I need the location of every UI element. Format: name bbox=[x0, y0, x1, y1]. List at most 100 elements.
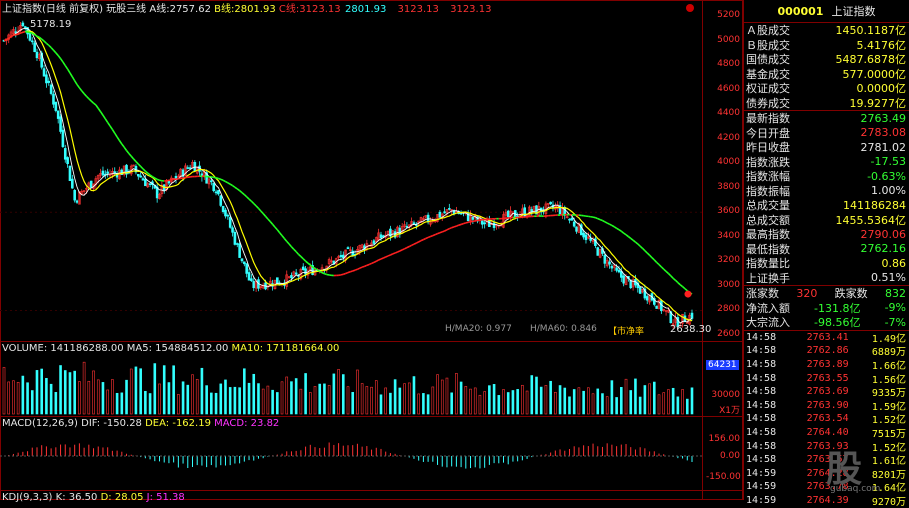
candle-body bbox=[15, 32, 17, 33]
volume-bar bbox=[182, 382, 184, 414]
c-line-segment bbox=[607, 223, 609, 224]
tick-time: 14:58 bbox=[746, 441, 791, 452]
ma60-ratio: H/MA60: 0.846 bbox=[530, 324, 597, 334]
price-axis-tick: 5000 bbox=[706, 35, 740, 45]
candle-body bbox=[616, 268, 618, 270]
candle-body bbox=[31, 41, 33, 42]
volume-bar bbox=[27, 383, 29, 414]
c-line-segment bbox=[28, 32, 30, 33]
quote-stat-row: 指数量比0.86 bbox=[744, 256, 909, 271]
candle-body bbox=[573, 222, 575, 226]
block-inflow-value: -98.56亿 bbox=[814, 314, 860, 330]
c-line-segment bbox=[155, 178, 157, 179]
top-b-value: 2801.93 bbox=[345, 4, 386, 15]
quote-stat-row: 最高指数2790.06 bbox=[744, 227, 909, 242]
kdj-k: K: 36.50 bbox=[56, 492, 98, 503]
c-line-segment bbox=[360, 267, 362, 268]
c-line-segment bbox=[430, 236, 432, 237]
close-icon[interactable] bbox=[686, 4, 694, 12]
top-line-values: 2801.93 3123.13 3123.13 bbox=[345, 4, 491, 16]
candle-body bbox=[57, 111, 59, 119]
c-line-segment bbox=[452, 227, 454, 228]
c-line-segment bbox=[225, 182, 227, 183]
c-line-segment bbox=[421, 240, 423, 241]
c-line-segment bbox=[16, 34, 18, 35]
volume-bar bbox=[187, 385, 189, 414]
candle-body bbox=[639, 287, 641, 293]
volume-bar bbox=[639, 397, 641, 414]
c-line-value: 3123.13 bbox=[299, 4, 340, 15]
candle-body bbox=[444, 212, 446, 213]
volume-bar bbox=[644, 385, 646, 414]
volume-bar bbox=[559, 386, 561, 414]
candle-body bbox=[149, 184, 151, 185]
macd-dea: DEA: -162.19 bbox=[145, 418, 211, 429]
c-line-segment bbox=[37, 36, 39, 37]
quote-stat-value: 2763.49 bbox=[861, 112, 907, 125]
volume-bar bbox=[74, 371, 76, 414]
candle-body bbox=[243, 262, 245, 264]
candle-body bbox=[50, 85, 52, 94]
candle-body bbox=[45, 75, 47, 83]
c-line-segment bbox=[612, 225, 614, 226]
volume-bar bbox=[389, 393, 391, 414]
volume-bar bbox=[239, 388, 241, 414]
tick-row: 14:582762.866889万 bbox=[744, 344, 909, 358]
volume-bar bbox=[36, 370, 38, 414]
c-line-segment bbox=[593, 217, 595, 218]
tick-price: 2764.39 bbox=[791, 495, 848, 506]
volume-bar bbox=[257, 384, 259, 414]
candle-body bbox=[220, 196, 222, 206]
turnover-stat-label: 债券成交 bbox=[746, 95, 790, 111]
index-quote: 最新指数2763.49今日开盘2783.08昨日收盘2781.02指数涨跌-17… bbox=[744, 111, 909, 285]
a-line-label: A线: bbox=[149, 4, 169, 15]
c-line-segment bbox=[381, 258, 383, 259]
quote-stat-row: 指数涨跌-17.53 bbox=[744, 155, 909, 170]
candle-body bbox=[347, 248, 349, 249]
candle-body bbox=[76, 201, 78, 203]
candle-body bbox=[232, 228, 234, 233]
price-axis-tick: 2600 bbox=[706, 329, 740, 339]
price-axis-tick: 3400 bbox=[706, 231, 740, 241]
index-code: 000001 bbox=[778, 5, 824, 18]
volume-bar bbox=[677, 397, 679, 414]
c-line-segment bbox=[343, 274, 345, 275]
candle-body bbox=[210, 181, 212, 182]
candle-body bbox=[413, 223, 415, 224]
c-line-segment bbox=[468, 222, 470, 223]
quote-stat-row: 指数振幅1.00% bbox=[744, 184, 909, 199]
c-line-segment bbox=[367, 264, 369, 265]
c-line-segment bbox=[346, 273, 348, 274]
turnover-stat-row: Ａ股成交1450.1187亿 bbox=[744, 23, 909, 38]
candle-body bbox=[215, 192, 217, 193]
candle-body bbox=[102, 171, 104, 175]
quote-stat-value: 2781.02 bbox=[861, 141, 907, 154]
tick-price: 2763.41 bbox=[791, 332, 848, 343]
volume-bar bbox=[121, 393, 123, 414]
volume-bar bbox=[451, 393, 453, 414]
candle-body bbox=[609, 262, 611, 264]
b-line-label: B线: bbox=[214, 4, 234, 15]
quote-header[interactable]: 000001 上证指数 bbox=[744, 0, 909, 23]
candle-body bbox=[224, 210, 226, 216]
candle-body bbox=[439, 212, 441, 217]
volume-bar bbox=[220, 384, 222, 414]
tick-row: 14:582763.891.66亿 bbox=[744, 358, 909, 372]
kdj-d: D: 28.05 bbox=[101, 492, 144, 503]
c-line-segment bbox=[459, 224, 461, 225]
c-line-segment bbox=[423, 238, 425, 239]
candle-body bbox=[550, 202, 552, 204]
tick-price: 2763.69 bbox=[791, 386, 848, 397]
volume-bar bbox=[126, 380, 128, 414]
candle-body bbox=[597, 248, 599, 256]
volume-bar bbox=[691, 388, 693, 414]
volume-bar bbox=[394, 380, 396, 414]
quote-stat-value: 1455.5364亿 bbox=[836, 212, 907, 228]
volume-bar bbox=[210, 393, 212, 414]
macd-axis-bottom: -150.00 bbox=[706, 472, 740, 482]
volume-bar bbox=[540, 387, 542, 414]
volume-bar bbox=[460, 382, 462, 414]
candle-body bbox=[229, 217, 231, 227]
turnover-stat-row: 债券成交19.9277亿 bbox=[744, 96, 909, 111]
volume-bar bbox=[215, 393, 217, 414]
